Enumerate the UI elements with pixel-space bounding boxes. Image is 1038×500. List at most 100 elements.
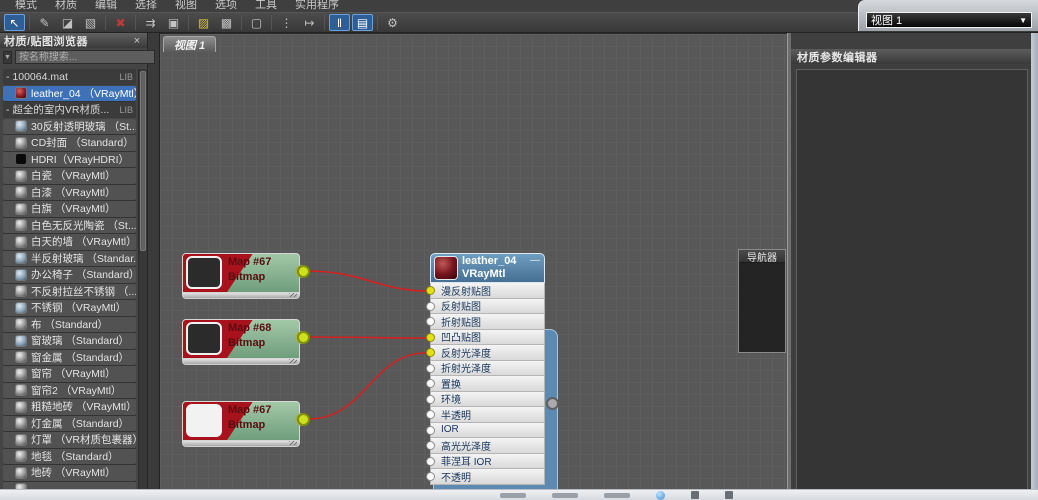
input-socket[interactable] xyxy=(426,395,435,404)
input-socket[interactable] xyxy=(426,302,435,311)
input-socket[interactable] xyxy=(426,364,435,373)
material-slot-9[interactable]: IOR xyxy=(430,423,545,439)
show-shaded-material-icon[interactable]: ⋮ xyxy=(276,14,297,31)
menu-item-5[interactable]: 选项 xyxy=(206,0,246,12)
select-tool-icon[interactable]: ↖ xyxy=(4,14,25,31)
search-input[interactable] xyxy=(15,50,155,64)
move-children-icon[interactable]: ⇉ xyxy=(140,14,161,31)
material-node-leather04[interactable]: leather_04 VRayMtl — 漫反射贴图反射贴图折射贴图凹凸贴图反射… xyxy=(430,253,545,485)
select-tool-options-icon[interactable]: ⚙ xyxy=(382,14,403,31)
browser-item-row[interactable]: 白色无反光陶瓷 （St... xyxy=(3,218,136,234)
resize-grip-icon[interactable] xyxy=(289,293,297,297)
map-node-0[interactable]: Map #67Bitmap xyxy=(182,253,300,299)
input-socket[interactable] xyxy=(426,441,435,450)
input-socket[interactable] xyxy=(426,472,435,481)
browser-item-row[interactable]: 窗玻璃 （Standard） xyxy=(3,333,136,349)
close-icon[interactable]: × xyxy=(131,35,143,47)
input-socket-connected[interactable] xyxy=(426,348,435,357)
material-slot-5[interactable]: 折射光泽度 xyxy=(430,361,545,377)
browser-item-row[interactable]: HDRI（VRayHDRI） xyxy=(3,152,136,168)
browser-item-row[interactable]: 白漆 （VRayMtl） xyxy=(3,185,136,201)
show-map-in-viewport-off-icon[interactable]: ▩ xyxy=(216,14,237,31)
show-background-icon[interactable]: ▢ xyxy=(246,14,267,31)
minimize-icon[interactable]: — xyxy=(530,256,540,266)
material-node-header[interactable]: leather_04 VRayMtl — xyxy=(430,253,545,283)
menu-item-0[interactable]: 模式 xyxy=(6,0,46,12)
view-tab-1[interactable]: 视图 1 xyxy=(163,36,216,52)
material-output-socket[interactable] xyxy=(546,397,559,410)
browser-item-row[interactable]: 30反射透明玻璃 （St... xyxy=(3,119,136,135)
browser-group-row[interactable]: - 100064.matLIB xyxy=(3,69,136,85)
material-slot-3[interactable]: 凹凸贴图 xyxy=(430,330,545,346)
menu-item-7[interactable]: 实用程序 xyxy=(286,0,348,12)
menu-item-1[interactable]: 材质 xyxy=(46,0,86,12)
browser-item-row[interactable]: leather_04 （VRayMtl） xyxy=(3,86,136,102)
material-slot-0[interactable]: 漫反射贴图 xyxy=(430,283,545,299)
material-slot-7[interactable]: 环境 xyxy=(430,392,545,408)
pick-material-from-object-icon[interactable]: ◪ xyxy=(57,14,78,31)
browser-item-row[interactable]: 白瓷 （VRayMtl） xyxy=(3,168,136,184)
browser-taskbar-icon[interactable] xyxy=(656,491,665,500)
input-socket[interactable] xyxy=(426,317,435,326)
browser-item-row[interactable]: 办公椅子 （Standard） xyxy=(3,267,136,283)
menu-item-6[interactable]: 工具 xyxy=(246,0,286,12)
map-output-socket[interactable] xyxy=(297,331,310,344)
delete-selected-icon[interactable]: ✖ xyxy=(110,14,131,31)
input-socket-connected[interactable] xyxy=(426,333,435,342)
material-slot-2[interactable]: 折射贴图 xyxy=(430,314,545,330)
material-slot-12[interactable]: 不透明 xyxy=(430,469,545,485)
taskbar-item[interactable] xyxy=(604,493,630,498)
browser-item-row[interactable]: 不锈钢 （VRayMtl） xyxy=(3,300,136,316)
material-slot-6[interactable]: 置换 xyxy=(430,376,545,392)
browser-item-row[interactable]: 布 （Standard） xyxy=(3,317,136,333)
menu-item-3[interactable]: 选择 xyxy=(126,0,166,12)
browser-scrollbar-thumb[interactable] xyxy=(140,71,146,251)
resize-grip-icon[interactable] xyxy=(289,441,297,445)
input-socket-connected[interactable] xyxy=(426,286,435,295)
assign-material-to-selection-icon[interactable]: ▧ xyxy=(80,14,101,31)
filter-dropdown-icon[interactable]: ▼ xyxy=(3,51,12,64)
layout-all-vertical-icon[interactable]: ‖ xyxy=(329,14,350,31)
material-slot-11[interactable]: 菲涅耳 IOR xyxy=(430,454,545,470)
browser-item-row[interactable]: 不反射拉丝不锈钢 （... xyxy=(3,284,136,300)
browser-item-row[interactable]: 窗金属 （Standard） xyxy=(3,350,136,366)
taskbar-icon[interactable] xyxy=(725,491,733,499)
menu-item-2[interactable]: 编辑 xyxy=(86,0,126,12)
material-slot-1[interactable]: 反射贴图 xyxy=(430,299,545,315)
browser-item-row[interactable]: 粗糙地砖 （VRayMtl） xyxy=(3,399,136,415)
viewport-dropdown[interactable]: 视图 1 ▼ xyxy=(866,12,1032,28)
browser-item-row[interactable]: 地砖 （VRayMtl） xyxy=(3,465,136,481)
browser-item-row[interactable]: 灯金属 （Standard） xyxy=(3,416,136,432)
input-socket[interactable] xyxy=(426,457,435,466)
map-node-2[interactable]: Map #67Bitmap xyxy=(182,401,300,447)
input-socket[interactable] xyxy=(426,410,435,419)
layout-arrow-icon[interactable]: ↦ xyxy=(299,14,320,31)
map-output-socket[interactable] xyxy=(297,265,310,278)
input-socket[interactable] xyxy=(426,426,435,435)
browser-item-row[interactable]: 白旗 （VRayMtl） xyxy=(3,201,136,217)
menu-item-4[interactable]: 视图 xyxy=(166,0,206,12)
left-splitter[interactable] xyxy=(149,33,160,500)
browser-group-row[interactable]: - 超全的室内VR材质...LIB xyxy=(3,102,136,118)
pick-material-eyedropper-icon[interactable]: ✎ xyxy=(34,14,55,31)
taskbar-icon[interactable] xyxy=(691,491,699,499)
material-slot-8[interactable]: 半透明 xyxy=(430,407,545,423)
layout-children-icon[interactable]: ▤ xyxy=(352,14,373,31)
browser-item-row[interactable]: 白天的墙 （VRayMtl） xyxy=(3,234,136,250)
update-preview-icon[interactable]: ▣ xyxy=(163,14,184,31)
input-socket[interactable] xyxy=(426,379,435,388)
browser-item-row[interactable]: CD封面 （Standard） xyxy=(3,135,136,151)
browser-item-row[interactable]: 灯罩 （VR材质包裹器） xyxy=(3,432,136,448)
browser-item-row[interactable]: 地毯 （Standard） xyxy=(3,449,136,465)
taskbar-item[interactable] xyxy=(552,493,578,498)
browser-item-row[interactable]: 窗帘 （VRayMtl） xyxy=(3,366,136,382)
map-output-socket[interactable] xyxy=(297,413,310,426)
taskbar-item[interactable] xyxy=(500,493,526,498)
browser-item-row[interactable]: 窗帘2 （VRayMtl） xyxy=(3,383,136,399)
navigator-panel[interactable]: 导航器 xyxy=(738,249,786,353)
map-node-1[interactable]: Map #68Bitmap xyxy=(182,319,300,365)
browser-title-bar[interactable]: 材质/贴图浏览器 × xyxy=(0,33,147,48)
show-map-in-viewport-on-icon[interactable]: ▨ xyxy=(193,14,214,31)
resize-grip-icon[interactable] xyxy=(289,359,297,363)
material-slot-10[interactable]: 高光光泽度 xyxy=(430,438,545,454)
